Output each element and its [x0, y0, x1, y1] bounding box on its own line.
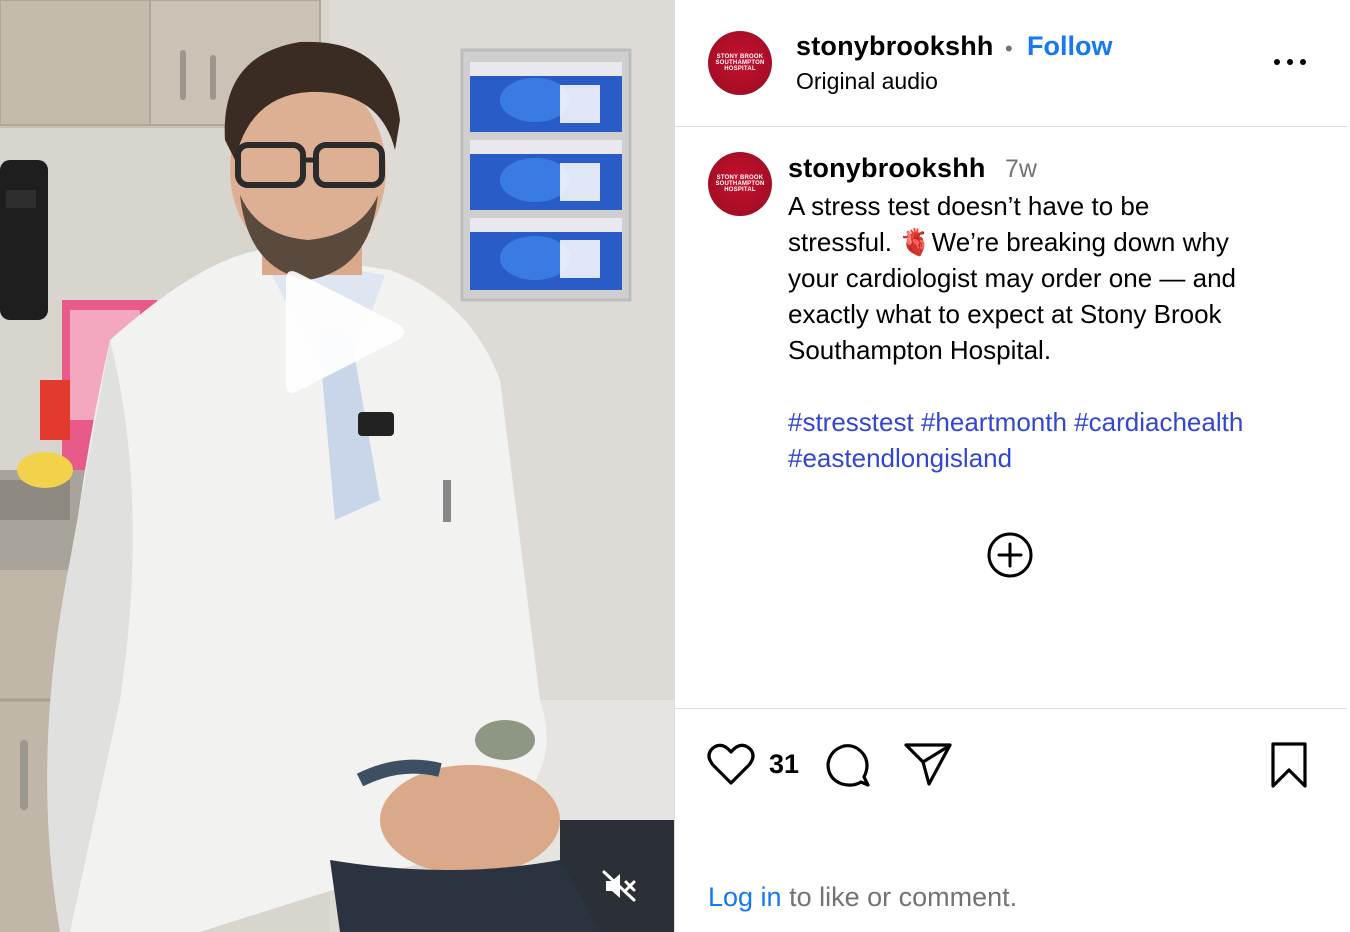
video-frame — [0, 0, 674, 932]
follow-button[interactable]: Follow — [1027, 31, 1112, 62]
hashtags: #stresstest #heartmonth #cardiachealth #… — [788, 404, 1348, 476]
post-header: STONY BROOK SOUTHAMPTON HOSPITAL stonybr… — [675, 0, 1347, 127]
avatar[interactable]: STONY BROOK SOUTHAMPTON HOSPITAL — [708, 31, 772, 95]
avatar-text-line: HOSPITAL — [724, 66, 756, 73]
hashtag-link[interactable]: #stresstest — [788, 407, 914, 437]
hashtag-link[interactable]: #heartmonth — [921, 407, 1067, 437]
hashtag-link[interactable]: #eastendlongisland — [788, 443, 1012, 473]
comment-icon[interactable] — [824, 741, 872, 789]
action-bar: 31 Log in to like or comment. — [675, 708, 1347, 932]
share-icon[interactable] — [903, 740, 953, 788]
caption-line: A stress test doesn’t have to be — [788, 191, 1150, 221]
speaker-muted-icon[interactable] — [600, 866, 640, 906]
caption-line: Southampton Hospital. — [788, 335, 1052, 365]
caption-line: your cardiologist may order one — and — [788, 263, 1237, 293]
caption-avatar[interactable]: STONY BROOK SOUTHAMPTON HOSPITAL — [708, 152, 772, 216]
post-age[interactable]: 7w — [1005, 155, 1037, 184]
reel-video[interactable] — [0, 0, 674, 932]
heart-icon[interactable] — [707, 742, 755, 786]
username-link[interactable]: stonybrookshh — [796, 31, 994, 62]
caption-text: A stress test doesn’t have to be stressf… — [788, 188, 1333, 368]
like-count[interactable]: 31 — [769, 749, 799, 780]
original-audio-link[interactable]: Original audio — [796, 68, 938, 95]
bookmark-icon[interactable] — [1269, 741, 1309, 789]
caption-line: exactly what to expect at Stony Brook — [788, 299, 1222, 329]
post-panel: STONY BROOK SOUTHAMPTON HOSPITAL stonybr… — [674, 0, 1350, 932]
caption-line: stressful. 🫀We’re breaking down why — [788, 227, 1229, 257]
login-link[interactable]: Log in — [708, 882, 782, 912]
separator-dot: • — [1005, 36, 1013, 61]
more-options-icon[interactable] — [1272, 48, 1308, 78]
login-prompt: Log in to like or comment. — [708, 882, 1017, 913]
hashtag-link[interactable]: #cardiachealth — [1074, 407, 1243, 437]
avatar-text-line: HOSPITAL — [724, 187, 756, 194]
caption-username-link[interactable]: stonybrookshh — [788, 153, 986, 184]
plus-circle-icon[interactable] — [986, 531, 1034, 579]
play-icon[interactable] — [272, 262, 412, 402]
login-text: to like or comment. — [781, 882, 1018, 912]
